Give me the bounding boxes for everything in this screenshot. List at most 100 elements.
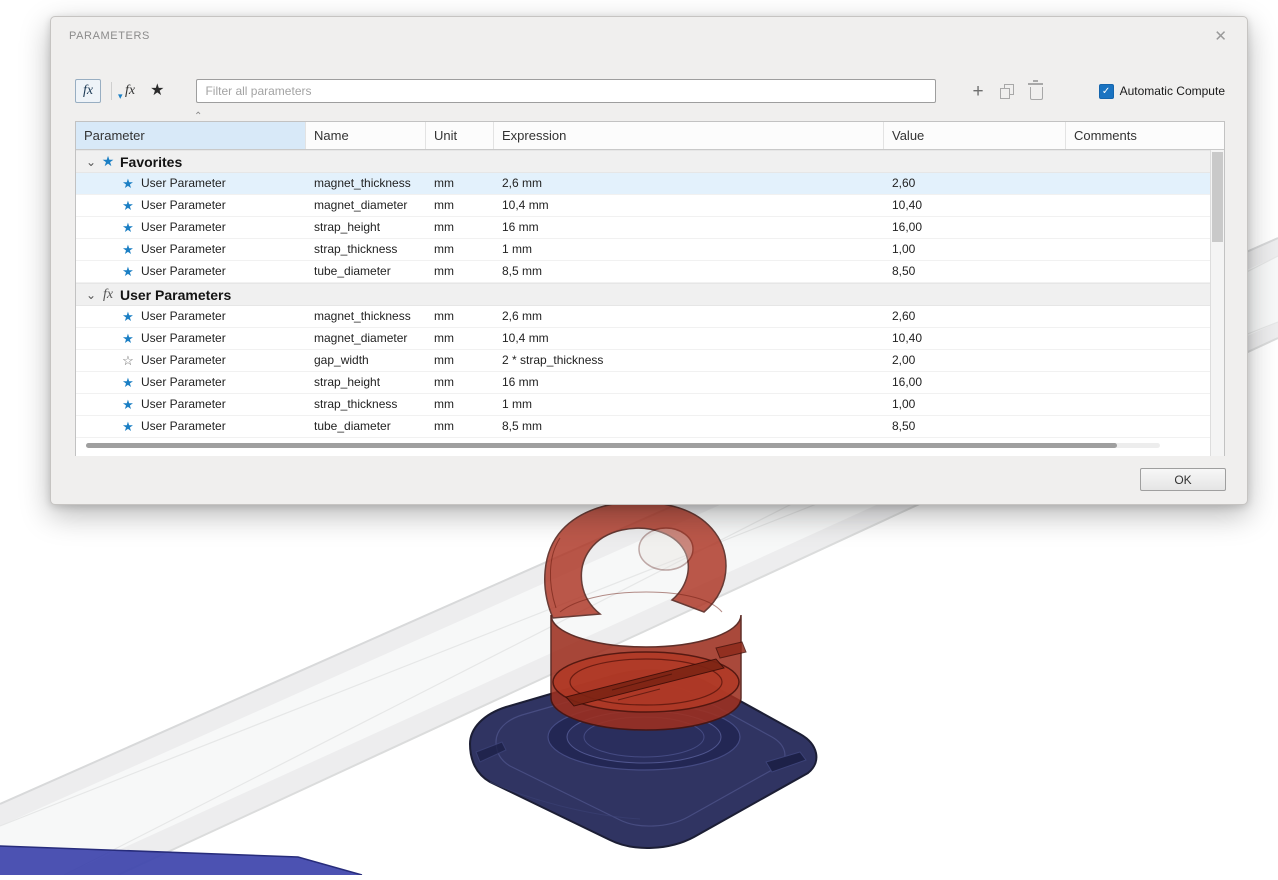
parameter-type-label: User Parameter: [141, 242, 226, 256]
parameter-expression[interactable]: 10,4 mm: [494, 328, 884, 349]
parameter-value: 1,00: [892, 397, 916, 411]
parameter-comments[interactable]: [1066, 416, 1210, 437]
parameter-type-label: User Parameter: [141, 309, 226, 323]
parameter-comments[interactable]: [1066, 239, 1210, 260]
parameter-expression[interactable]: 8,5 mm: [494, 416, 884, 437]
parameter-name[interactable]: magnet_thickness: [306, 306, 426, 327]
group-label: User Parameters: [120, 286, 232, 303]
parameter-comments[interactable]: [1066, 173, 1210, 194]
parameter-comments[interactable]: [1066, 261, 1210, 282]
favorite-star-icon[interactable]: ★: [120, 173, 136, 194]
parameter-unit: mm: [434, 220, 454, 234]
parameter-name[interactable]: magnet_diameter: [306, 195, 426, 216]
parameter-comments[interactable]: [1066, 328, 1210, 349]
parameter-expression[interactable]: 2,6 mm: [494, 306, 884, 327]
parameter-name[interactable]: strap_thickness: [306, 239, 426, 260]
favorite-star-icon[interactable]: ★: [120, 372, 136, 393]
parameter-expression[interactable]: 1 mm: [494, 239, 884, 260]
parameter-name[interactable]: gap_width: [306, 350, 426, 371]
column-header-name[interactable]: Name: [306, 122, 426, 149]
column-header-value[interactable]: Value: [884, 122, 1066, 149]
favorite-star-icon[interactable]: ★: [120, 416, 136, 437]
parameter-expression[interactable]: 8,5 mm: [494, 261, 884, 282]
favorite-star-icon[interactable]: ★: [120, 217, 136, 238]
parameter-name[interactable]: strap_height: [306, 372, 426, 393]
parameter-row-magnet_diameter[interactable]: ★ User Parameter magnet_diameter mm 10,4…: [76, 328, 1210, 350]
column-header-parameter-label: Parameter: [84, 128, 145, 143]
parameter-name[interactable]: tube_diameter: [306, 416, 426, 437]
column-header-unit[interactable]: Unit: [426, 122, 494, 149]
parameter-unit: mm: [434, 353, 454, 367]
parameter-row-tube_diameter[interactable]: ★ User Parameter tube_diameter mm 8,5 mm…: [76, 261, 1210, 283]
parameter-type-cell: ★ User Parameter: [76, 328, 306, 349]
chevron-down-icon[interactable]: ⌄: [83, 288, 99, 302]
parameter-name[interactable]: magnet_diameter: [306, 328, 426, 349]
sort-caret-icon: ⌃: [194, 111, 203, 122]
group-header-user-parameters[interactable]: ⌄ fx User Parameters: [76, 283, 1210, 306]
parameter-row-magnet_thickness[interactable]: ★ User Parameter magnet_thickness mm 2,6…: [76, 173, 1210, 195]
parameter-type-label: User Parameter: [141, 176, 226, 190]
parameter-row-magnet_diameter[interactable]: ★ User Parameter magnet_diameter mm 10,4…: [76, 195, 1210, 217]
filter-user-parameters-button[interactable]: fx ▾: [118, 83, 138, 101]
parameter-expression[interactable]: 10,4 mm: [494, 195, 884, 216]
parameter-comments[interactable]: [1066, 217, 1210, 238]
parameter-row-gap_width[interactable]: ☆ User Parameter gap_width mm 2 * strap_…: [76, 350, 1210, 372]
plus-icon: +: [972, 80, 984, 102]
filter-all-fx-button[interactable]: fx: [75, 79, 101, 103]
parameter-unit: mm: [434, 375, 454, 389]
parameter-row-magnet_thickness[interactable]: ★ User Parameter magnet_thickness mm 2,6…: [76, 306, 1210, 328]
parameter-name[interactable]: strap_thickness: [306, 394, 426, 415]
parameter-expression[interactable]: 2,6 mm: [494, 173, 884, 194]
favorite-star-icon[interactable]: ☆: [120, 350, 136, 371]
vertical-scrollbar-thumb[interactable]: [1212, 152, 1223, 242]
chevron-down-icon[interactable]: ⌄: [83, 155, 99, 169]
parameter-comments[interactable]: [1066, 394, 1210, 415]
vertical-scrollbar[interactable]: [1210, 150, 1224, 456]
column-header-comments[interactable]: Comments: [1066, 122, 1224, 149]
toolbar-divider: [111, 82, 112, 100]
favorite-star-icon[interactable]: ★: [120, 306, 136, 327]
parameter-value: 1,00: [892, 242, 916, 256]
parameter-type-cell: ★ User Parameter: [76, 261, 306, 282]
delete-parameter-button[interactable]: [1027, 79, 1043, 100]
horizontal-scrollbar-thumb[interactable]: [86, 443, 1118, 448]
parameter-expression[interactable]: 2 * strap_thickness: [494, 350, 884, 371]
parameter-name[interactable]: magnet_thickness: [306, 173, 426, 194]
favorite-star-icon[interactable]: ★: [120, 394, 136, 415]
table-header: Parameter ⌃ Name Unit Expression Value C…: [76, 111, 1224, 150]
parameter-expression[interactable]: 16 mm: [494, 217, 884, 238]
parameter-expression[interactable]: 16 mm: [494, 372, 884, 393]
parameter-row-tube_diameter[interactable]: ★ User Parameter tube_diameter mm 8,5 mm…: [76, 416, 1210, 438]
parameter-type-label: User Parameter: [141, 264, 226, 278]
group-header-favorites[interactable]: ⌄ ★ Favorites: [76, 150, 1210, 173]
parameter-comments[interactable]: [1066, 350, 1210, 371]
automatic-compute-checkbox[interactable]: ✓: [1098, 83, 1114, 99]
filter-input[interactable]: [196, 79, 937, 103]
column-header-parameter[interactable]: Parameter ⌃: [76, 111, 306, 149]
favorite-star-icon[interactable]: ★: [120, 261, 136, 282]
parameter-value: 16,00: [892, 220, 923, 234]
close-icon[interactable]: ✕: [1208, 26, 1233, 46]
star-icon: ★: [150, 82, 165, 99]
parameter-row-strap_height[interactable]: ★ User Parameter strap_height mm 16 mm 1…: [76, 372, 1210, 394]
parameter-name[interactable]: tube_diameter: [306, 261, 426, 282]
favorite-star-icon[interactable]: ★: [120, 328, 136, 349]
parameter-expression[interactable]: 1 mm: [494, 394, 884, 415]
favorite-star-icon[interactable]: ★: [120, 239, 136, 260]
horizontal-scrollbar[interactable]: [86, 443, 1160, 448]
parameter-type-cell: ★ User Parameter: [76, 372, 306, 393]
parameter-row-strap_thickness[interactable]: ★ User Parameter strap_thickness mm 1 mm…: [76, 239, 1210, 261]
parameter-name[interactable]: strap_height: [306, 217, 426, 238]
parameter-comments[interactable]: [1066, 306, 1210, 327]
parameter-comments[interactable]: [1066, 372, 1210, 393]
favorite-star-icon[interactable]: ★: [120, 195, 136, 216]
add-parameter-button[interactable]: +: [972, 82, 983, 101]
parameter-row-strap_thickness[interactable]: ★ User Parameter strap_thickness mm 1 mm…: [76, 394, 1210, 416]
copy-icon: [999, 83, 1014, 99]
parameter-comments[interactable]: [1066, 195, 1210, 216]
copy-parameter-button[interactable]: [999, 82, 1014, 100]
column-header-expression[interactable]: Expression: [494, 122, 884, 149]
parameter-row-strap_height[interactable]: ★ User Parameter strap_height mm 16 mm 1…: [76, 217, 1210, 239]
ok-button[interactable]: OK: [1140, 468, 1226, 491]
filter-favorites-star-button[interactable]: ★: [150, 83, 164, 99]
